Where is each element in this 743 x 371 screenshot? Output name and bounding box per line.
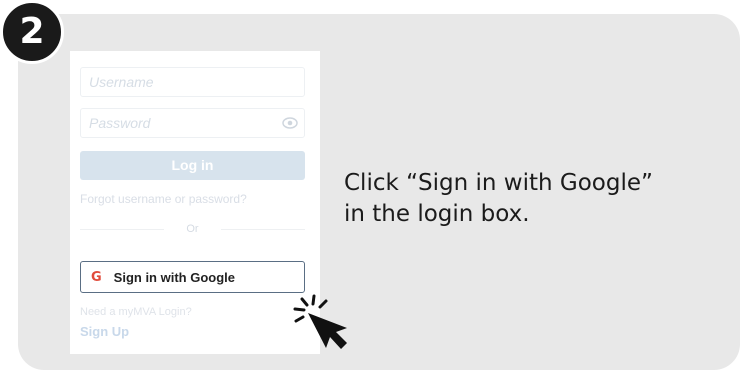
sign-up-link[interactable]: Sign Up bbox=[80, 324, 129, 339]
step-number-badge: 2 bbox=[0, 0, 64, 64]
eye-icon[interactable] bbox=[282, 116, 298, 130]
password-placeholder: Password bbox=[89, 115, 151, 131]
google-button-label: Sign in with Google bbox=[113, 269, 235, 285]
instruction-line-2: in the login box. bbox=[344, 201, 530, 227]
or-divider: Or bbox=[80, 221, 305, 237]
mouse-cursor-icon bbox=[293, 294, 347, 349]
instruction-line-1: Click “Sign in with Google” bbox=[344, 170, 653, 196]
sign-in-with-google-button[interactable]: G Sign in with Google bbox=[80, 261, 305, 293]
username-field[interactable]: Username bbox=[80, 67, 305, 97]
instruction-text: Click “Sign in with Google” in the login… bbox=[344, 168, 739, 230]
login-panel: Username Password Log in Forgot username… bbox=[70, 51, 347, 354]
forgot-credentials-link[interactable]: Forgot username or password? bbox=[80, 192, 247, 206]
login-button[interactable]: Log in bbox=[80, 151, 305, 180]
divider-line-right bbox=[221, 229, 305, 230]
password-field[interactable]: Password bbox=[80, 108, 305, 138]
need-login-text: Need a myMVA Login? bbox=[80, 306, 192, 318]
instruction-card: Username Password Log in Forgot username… bbox=[18, 14, 740, 370]
google-g-icon: G bbox=[91, 269, 102, 285]
